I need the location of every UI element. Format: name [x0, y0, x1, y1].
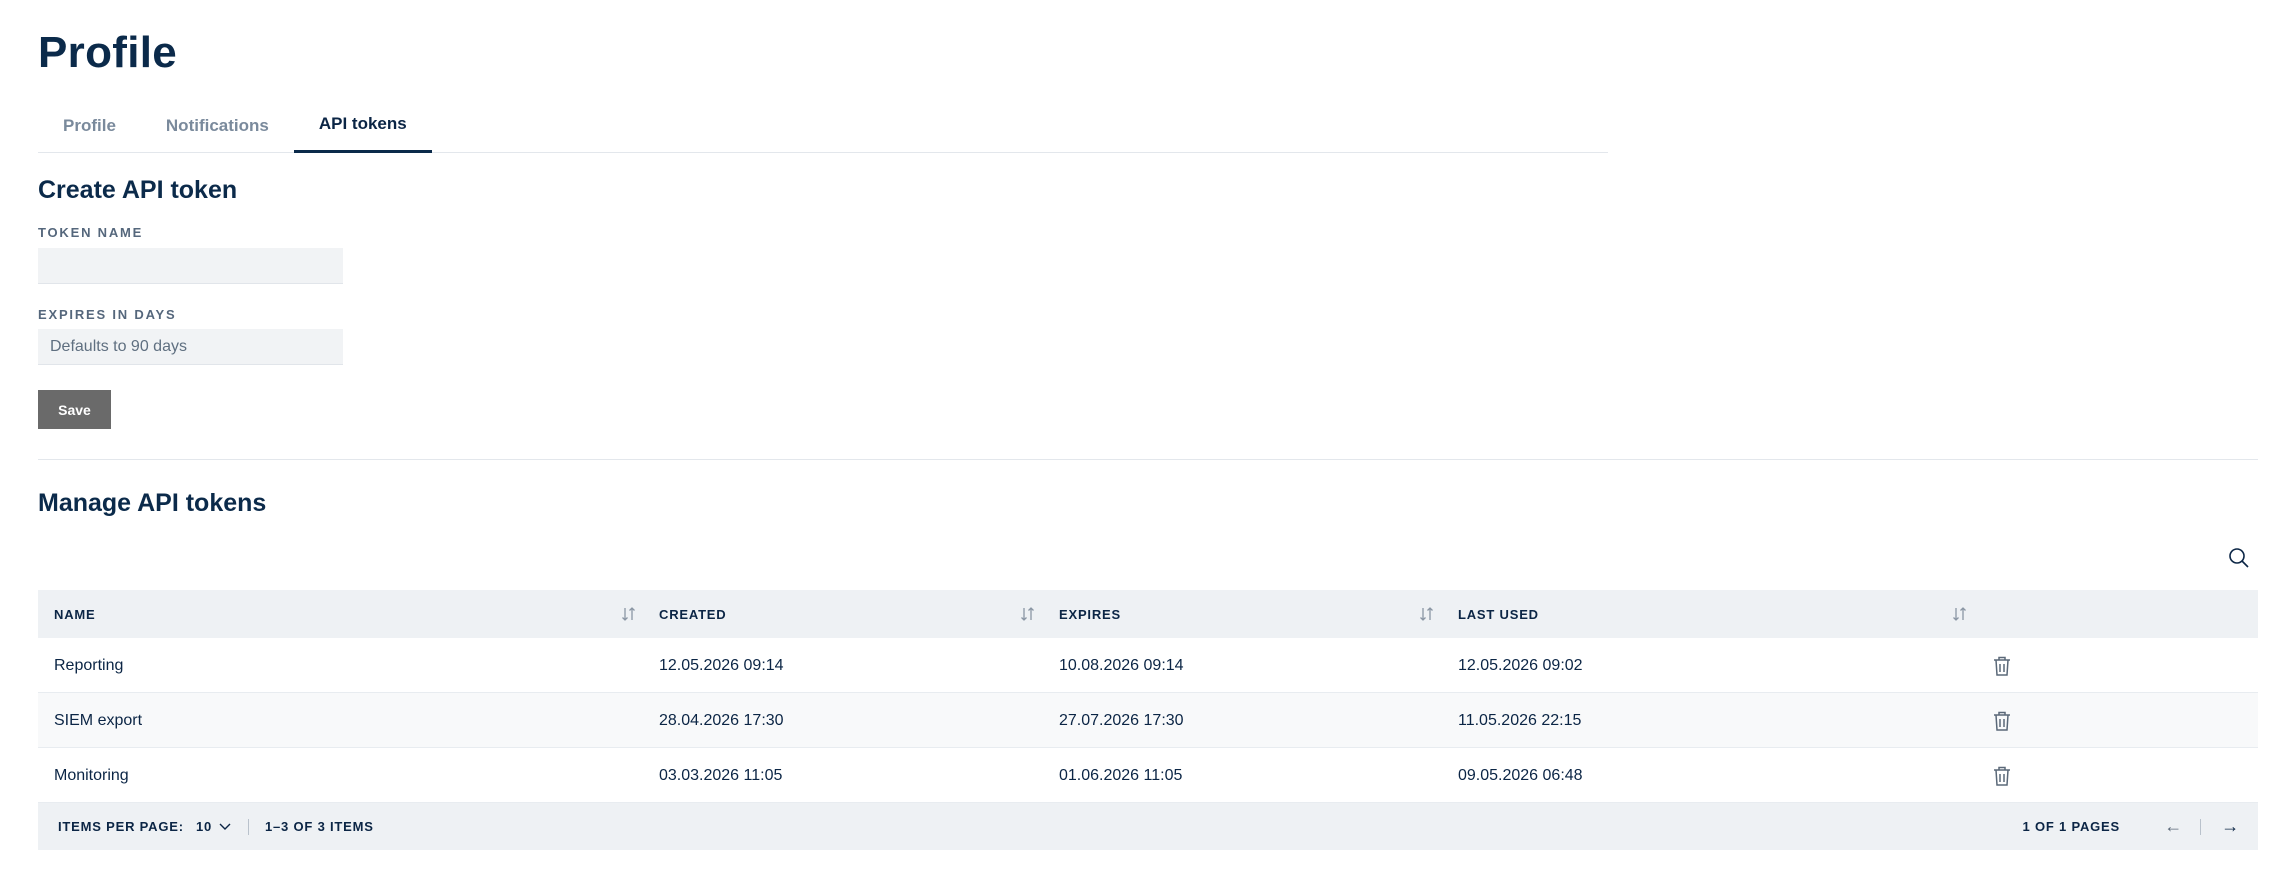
sort-icon-expires[interactable] — [1418, 605, 1436, 623]
pagination-divider — [2200, 819, 2201, 835]
section-divider — [38, 459, 2258, 460]
delete-token-icon[interactable] — [1992, 655, 2012, 677]
column-header-last-used: LAST USED — [1458, 606, 1539, 622]
token-name-label: TOKEN NAME — [38, 225, 144, 240]
expires-in-days-input[interactable] — [38, 329, 343, 365]
created-cell: 12.05.2026 09:14 — [659, 656, 784, 674]
items-per-page-value: 10 — [196, 819, 213, 834]
table-header: NAME CREATED EXPIRES LAST USED — [38, 590, 2258, 638]
save-button[interactable]: Save — [38, 390, 111, 429]
next-page-button[interactable]: → — [2221, 803, 2240, 850]
table-row: SIEM export 28.04.2026 17:30 27.07.2026 … — [38, 693, 2258, 748]
table-row: Monitoring 03.03.2026 11:05 01.06.2026 1… — [38, 748, 2258, 803]
page-count: 1 OF 1 PAGES — [2022, 819, 2120, 834]
sort-icon-created[interactable] — [1019, 605, 1037, 623]
pagination-divider — [248, 819, 249, 835]
tab-profile[interactable]: Profile — [38, 106, 141, 153]
tab-bar: Profile Notifications API tokens — [38, 106, 1608, 153]
delete-token-icon[interactable] — [1992, 765, 2012, 787]
last-used-cell: 11.05.2026 22:15 — [1458, 711, 1582, 729]
token-name-cell: Monitoring — [54, 766, 129, 784]
arrow-left-icon: ← — [2164, 816, 2183, 836]
sort-icon-last-used[interactable] — [1951, 605, 1969, 623]
items-range: 1–3 OF 3 ITEMS — [265, 819, 374, 834]
token-name-cell: SIEM export — [54, 711, 143, 729]
column-header-expires: EXPIRES — [1059, 606, 1121, 622]
items-per-page-select[interactable]: 10 — [196, 803, 232, 850]
chevron-down-icon — [218, 819, 232, 834]
page-title: Profile — [38, 28, 178, 77]
search-icon[interactable] — [2228, 547, 2250, 569]
created-cell: 03.03.2026 11:05 — [659, 766, 783, 784]
last-used-cell: 12.05.2026 09:02 — [1458, 656, 1583, 674]
column-header-name: NAME — [54, 606, 96, 622]
created-cell: 28.04.2026 17:30 — [659, 711, 784, 729]
create-token-heading: Create API token — [38, 176, 238, 204]
token-name-cell: Reporting — [54, 656, 124, 674]
token-name-input[interactable] — [38, 248, 343, 284]
tab-api-tokens[interactable]: API tokens — [293, 106, 432, 153]
pagination-bar: ITEMS PER PAGE: 10 1–3 OF 3 ITEMS 1 OF 1… — [38, 803, 2258, 850]
items-per-page-label: ITEMS PER PAGE: — [58, 819, 184, 834]
expires-cell: 10.08.2026 09:14 — [1059, 656, 1184, 674]
expires-in-days-label: EXPIRES IN DAYS — [38, 307, 177, 322]
sort-icon-name[interactable] — [620, 605, 638, 623]
delete-token-icon[interactable] — [1992, 710, 2012, 732]
column-header-created: CREATED — [659, 606, 727, 622]
tokens-table: NAME CREATED EXPIRES LAST USED Reporting — [38, 590, 2258, 850]
arrow-right-icon: → — [2221, 816, 2240, 836]
expires-cell: 01.06.2026 11:05 — [1059, 766, 1183, 784]
expires-cell: 27.07.2026 17:30 — [1059, 711, 1184, 729]
table-row: Reporting 12.05.2026 09:14 10.08.2026 09… — [38, 638, 2258, 693]
tab-notifications[interactable]: Notifications — [141, 106, 294, 153]
previous-page-button[interactable]: ← — [2164, 803, 2183, 850]
last-used-cell: 09.05.2026 06:48 — [1458, 766, 1583, 784]
manage-tokens-heading: Manage API tokens — [38, 489, 267, 517]
